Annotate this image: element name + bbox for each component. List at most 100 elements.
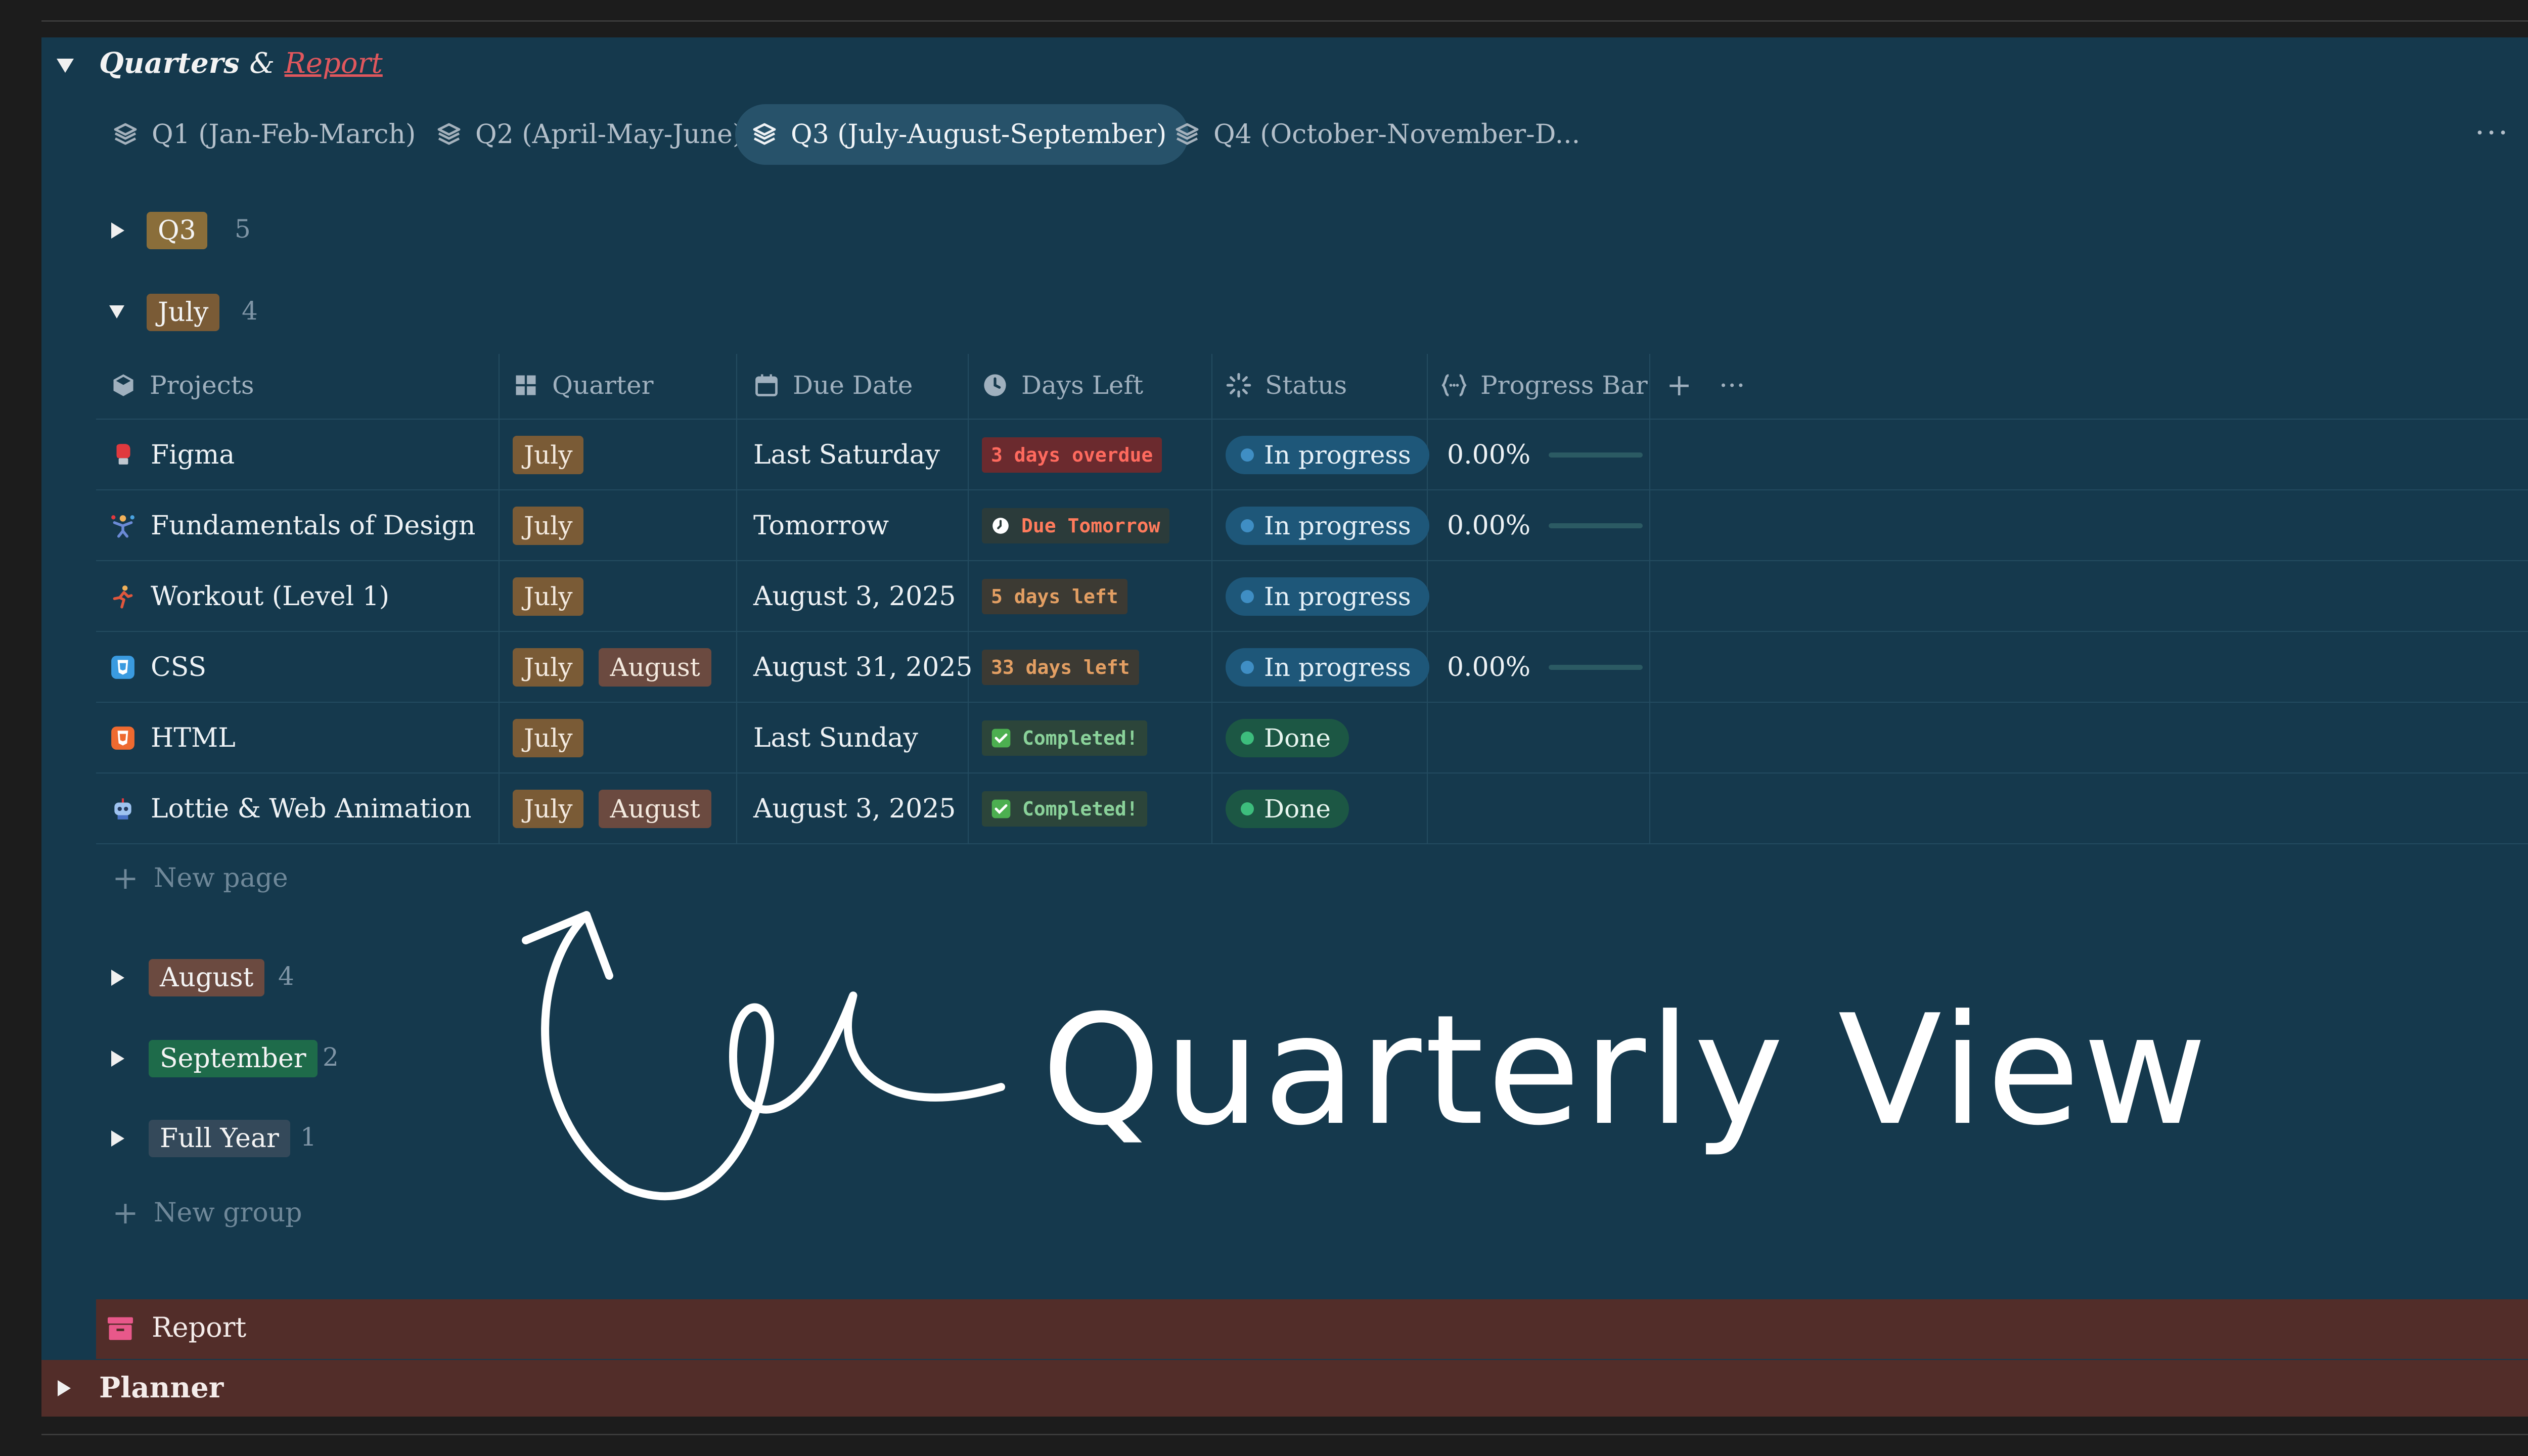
status-cell[interactable]: In progress — [1226, 561, 1429, 632]
layers-icon — [437, 123, 461, 145]
project-name[interactable]: Fundamentals of Design — [151, 511, 475, 541]
planner-row[interactable] — [41, 1360, 2528, 1417]
new-page-label: New page — [153, 862, 288, 893]
report-row[interactable] — [96, 1299, 2528, 1359]
project-name[interactable]: Lottie & Web Animation — [151, 794, 472, 824]
table-row[interactable]: CSS — [110, 632, 206, 703]
status-cell[interactable]: In progress — [1226, 420, 1429, 490]
column-projects-label: Projects — [150, 371, 254, 400]
status-cell[interactable]: Done — [1226, 703, 1349, 774]
group-august-tag[interactable]: August — [149, 959, 265, 996]
quarter-tag: July — [513, 790, 584, 828]
column-quarter[interactable]: Quarter — [513, 367, 654, 403]
quarter-cell[interactable]: July — [513, 490, 599, 561]
quarter-tag: July — [513, 436, 584, 474]
cube-icon — [113, 374, 133, 396]
progress-bar — [1549, 665, 1643, 670]
section-title-main: Quarters — [99, 47, 240, 80]
column-progress-bar[interactable]: Progress Bar — [1441, 367, 1648, 403]
layers-icon — [753, 123, 776, 145]
progress-value: 0.00% — [1447, 440, 1531, 470]
group-full-year-toggle-icon[interactable] — [111, 1130, 124, 1147]
table-row[interactable]: Fundamentals of Design — [110, 490, 475, 561]
days-left-badge: 33 days left — [982, 650, 1139, 685]
new-page-button[interactable]: + New page — [112, 859, 288, 896]
tab-q2[interactable]: Q2 (April-May-June) — [420, 104, 765, 165]
status-cell[interactable]: In progress — [1226, 490, 1429, 561]
group-september-toggle-icon[interactable] — [111, 1051, 124, 1067]
progress-bar — [1549, 523, 1643, 528]
due-date-cell[interactable]: August 3, 2025 — [753, 561, 956, 632]
quarter-tag: July — [513, 577, 584, 616]
project-name[interactable]: HTML — [151, 723, 236, 753]
days-left-badge: 3 days overdue — [982, 437, 1162, 473]
column-projects[interactable]: Projects — [110, 367, 254, 403]
css-icon — [111, 656, 134, 679]
column-divider — [1649, 354, 1650, 843]
table-row[interactable]: Lottie & Web Animation — [110, 774, 472, 844]
due-date-cell[interactable]: August 3, 2025 — [753, 774, 956, 844]
group-full-year-tag[interactable]: Full Year — [149, 1120, 290, 1157]
status-cell[interactable]: In progress — [1226, 632, 1429, 703]
quarter-tag: August — [599, 790, 711, 828]
section-toggle-icon[interactable] — [57, 59, 74, 73]
progress-cell: 0.00% — [1447, 420, 1643, 490]
planner-toggle-icon[interactable] — [58, 1380, 71, 1396]
due-date-cell[interactable]: Last Sunday — [753, 703, 918, 774]
column-divider — [1211, 354, 1212, 843]
html-icon — [111, 726, 134, 750]
project-name[interactable]: Figma — [151, 440, 235, 470]
status-cell[interactable]: Done — [1226, 774, 1349, 844]
calendar-icon — [755, 374, 778, 396]
quarter-tag: July — [513, 719, 584, 757]
tab-q2-label: Q2 (April-May-June) — [475, 119, 743, 150]
group-q3-tag[interactable]: Q3 — [147, 212, 207, 249]
column-due-date[interactable]: Due Date — [753, 367, 913, 403]
table-row[interactable]: Workout (Level 1) — [110, 561, 389, 632]
tab-q4[interactable]: Q4 (October-November-D... — [1158, 104, 1602, 165]
table-row[interactable]: Figma — [110, 420, 235, 490]
planner-label[interactable]: Planner — [99, 1371, 223, 1404]
days-left-cell: Completed! — [982, 703, 1147, 774]
quarter-cell[interactable]: July — [513, 420, 599, 490]
tab-q1[interactable]: Q1 (Jan-Feb-March) — [96, 104, 438, 165]
group-september-tag[interactable]: September — [149, 1040, 318, 1077]
column-days-left[interactable]: Days Left — [982, 367, 1143, 403]
due-date-cell[interactable]: Tomorrow — [753, 490, 889, 561]
group-august-toggle-icon[interactable] — [111, 970, 124, 986]
loading-icon — [1226, 373, 1251, 398]
quarter-cell[interactable]: July — [513, 703, 599, 774]
clock-icon — [992, 518, 1009, 534]
progress-bar — [1549, 452, 1643, 458]
group-july-toggle-icon[interactable] — [109, 305, 124, 318]
report-link[interactable]: Report — [285, 47, 383, 80]
add-column-icon[interactable]: + — [1666, 367, 1692, 403]
new-group-button[interactable]: + New group — [112, 1194, 302, 1231]
clock-icon — [984, 374, 1006, 396]
group-q3-toggle-icon[interactable] — [111, 222, 124, 239]
project-name[interactable]: Workout (Level 1) — [151, 581, 389, 612]
check-icon — [991, 729, 1011, 748]
days-left-cell: 33 days left — [982, 632, 1139, 703]
archive-icon — [108, 1317, 133, 1340]
due-date-cell[interactable]: Last Saturday — [753, 420, 940, 490]
progress-value: 0.00% — [1447, 652, 1531, 682]
tab-q3[interactable]: Q3 (July-August-September) — [735, 104, 1189, 165]
boxing-glove-icon — [116, 444, 130, 465]
table-row[interactable]: HTML — [110, 703, 236, 774]
view-more-icon[interactable]: ··· — [2475, 115, 2510, 151]
quarter-cell[interactable]: July — [513, 561, 599, 632]
column-divider — [499, 354, 500, 843]
column-more-icon[interactable]: ··· — [1719, 367, 1745, 403]
column-status[interactable]: Status — [1226, 367, 1347, 403]
group-july-tag[interactable]: July — [147, 294, 220, 331]
days-left-cell: Completed! — [982, 774, 1147, 844]
status-badge: Done — [1226, 790, 1349, 828]
quarter-cell[interactable]: July August — [513, 774, 727, 844]
report-label[interactable]: Report — [152, 1311, 246, 1343]
quarter-cell[interactable]: July August — [513, 632, 727, 703]
annotation-text: Quarterly View — [1042, 982, 2210, 1159]
due-date-cell[interactable]: August 31, 2025 — [753, 632, 973, 703]
project-name[interactable]: CSS — [151, 652, 206, 682]
days-left-cell: 5 days left — [982, 561, 1127, 632]
